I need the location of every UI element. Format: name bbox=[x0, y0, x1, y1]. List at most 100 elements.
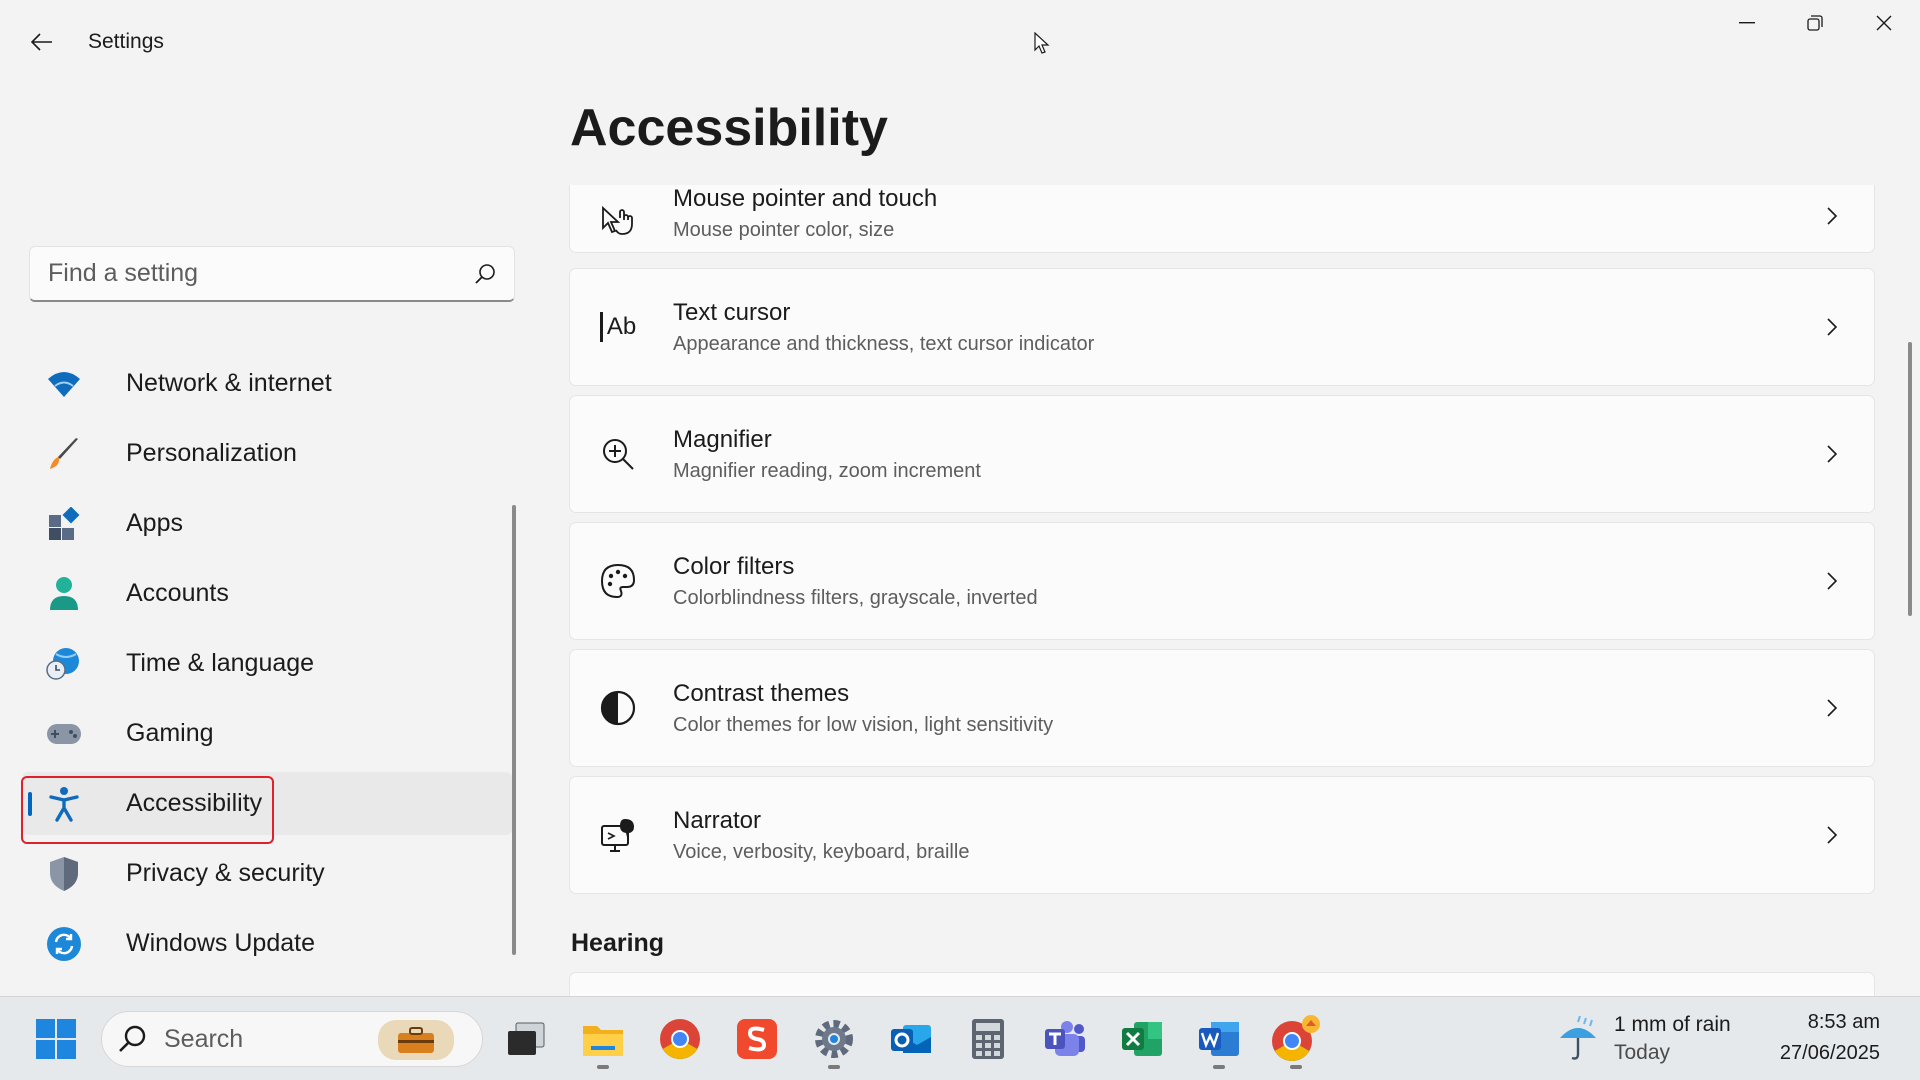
app-title: Settings bbox=[88, 30, 164, 53]
sidebar-item-apps[interactable]: Apps bbox=[22, 492, 512, 555]
apps-icon bbox=[46, 506, 82, 542]
pointer-touch-icon bbox=[598, 200, 638, 240]
sidebar-item-accounts[interactable]: Accounts bbox=[22, 562, 512, 625]
sidebar-item-windows-update[interactable]: Windows Update bbox=[22, 912, 512, 975]
sidebar-item-privacy-security[interactable]: Privacy & security bbox=[22, 842, 512, 905]
sidebar-item-accessibility[interactable]: Accessibility bbox=[22, 772, 512, 835]
restore-button[interactable] bbox=[1781, 0, 1849, 46]
start-button[interactable] bbox=[27, 1011, 85, 1067]
settings-search-input[interactable] bbox=[48, 259, 474, 288]
card-color-filters[interactable]: Color filters Colorblindness filters, gr… bbox=[569, 522, 1875, 640]
taskbar: Search 1 mm of rain Today 8:53 am 27/06/… bbox=[0, 996, 1920, 1080]
calculator-button[interactable] bbox=[959, 1011, 1017, 1067]
card-magnifier[interactable]: Magnifier Magnifier reading, zoom increm… bbox=[569, 395, 1875, 513]
globe-clock-icon bbox=[46, 646, 82, 682]
content-scrollbar[interactable] bbox=[1908, 342, 1912, 616]
card-subtitle: Voice, verbosity, keyboard, braille bbox=[673, 840, 970, 863]
rain-umbrella-icon bbox=[1560, 1016, 1596, 1060]
brush-icon bbox=[46, 436, 82, 472]
mouse-cursor-icon bbox=[1034, 31, 1050, 59]
file-explorer-button[interactable] bbox=[574, 1011, 632, 1069]
chrome-profile-button[interactable] bbox=[1267, 1011, 1325, 1069]
card-narrator[interactable]: Narrator Voice, verbosity, keyboard, bra… bbox=[569, 776, 1875, 894]
sidebar-item-label: Apps bbox=[126, 509, 183, 537]
search-icon[interactable] bbox=[474, 263, 496, 285]
running-indicator bbox=[1213, 1065, 1225, 1069]
chrome-profile-icon bbox=[1272, 1015, 1320, 1061]
card-subtitle: Appearance and thickness, text cursor in… bbox=[673, 332, 1095, 355]
settings-search-box[interactable] bbox=[29, 246, 515, 302]
sidebar-item-label: Accounts bbox=[126, 579, 229, 607]
file-explorer-icon bbox=[583, 1026, 623, 1056]
sidebar-item-label: Network & internet bbox=[126, 369, 332, 397]
weather-widget[interactable]: 1 mm of rain Today bbox=[1556, 1011, 1746, 1067]
restore-icon bbox=[1807, 15, 1823, 31]
weather-condition: 1 mm of rain bbox=[1614, 1013, 1731, 1036]
card-subtitle: Mouse pointer color, size bbox=[673, 219, 895, 241]
sidebar-item-label: Windows Update bbox=[126, 929, 315, 957]
sidebar-item-network[interactable]: Network & internet bbox=[22, 352, 512, 415]
sidebar-item-gaming[interactable]: Gaming bbox=[22, 702, 512, 765]
search-icon bbox=[119, 1025, 146, 1052]
minimize-button[interactable] bbox=[1713, 0, 1781, 46]
back-arrow-icon bbox=[31, 33, 52, 51]
page-title: Accessibility bbox=[570, 99, 888, 157]
chrome-button[interactable] bbox=[651, 1011, 709, 1067]
sidebar-item-label: Accessibility bbox=[126, 789, 263, 817]
minimize-icon bbox=[1739, 22, 1755, 24]
sidebar-item-label: Time & language bbox=[126, 649, 315, 677]
excel-icon bbox=[1122, 1022, 1162, 1056]
task-view-button[interactable] bbox=[497, 1011, 555, 1067]
wps-button[interactable] bbox=[728, 1011, 786, 1067]
running-indicator bbox=[1290, 1065, 1302, 1069]
contrast-icon bbox=[598, 688, 638, 728]
taskbar-search[interactable]: Search bbox=[101, 1011, 483, 1067]
briefcase-icon bbox=[378, 1020, 454, 1060]
chevron-right-icon bbox=[1820, 696, 1844, 720]
card-title: Narrator bbox=[673, 806, 762, 834]
shield-icon bbox=[46, 856, 82, 892]
person-icon bbox=[46, 576, 82, 612]
running-indicator bbox=[597, 1065, 609, 1069]
sidebar-item-label: Gaming bbox=[126, 719, 214, 747]
close-button[interactable] bbox=[1850, 0, 1918, 46]
settings-gear-icon bbox=[815, 1020, 853, 1058]
selection-indicator bbox=[28, 792, 32, 816]
accessibility-icon bbox=[46, 786, 82, 822]
chevron-right-icon bbox=[1820, 204, 1844, 228]
word-button[interactable] bbox=[1190, 1011, 1248, 1069]
chevron-right-icon bbox=[1820, 442, 1844, 466]
section-heading-hearing: Hearing bbox=[571, 929, 665, 957]
back-button[interactable] bbox=[22, 22, 62, 62]
task-view-icon bbox=[508, 1022, 545, 1055]
narrator-icon bbox=[598, 815, 638, 855]
card-title: Color filters bbox=[673, 552, 795, 580]
gamepad-icon bbox=[46, 716, 82, 752]
card-mouse-pointer-touch[interactable]: Mouse pointer and touch Mouse pointer co… bbox=[569, 185, 1875, 253]
close-icon bbox=[1876, 15, 1892, 31]
chrome-icon bbox=[660, 1019, 700, 1059]
text-cursor-glyph: Ab bbox=[606, 313, 637, 340]
clock-date: 27/06/2025 bbox=[1779, 1042, 1880, 1064]
chevron-right-icon bbox=[1820, 823, 1844, 847]
excel-button[interactable] bbox=[1113, 1011, 1171, 1067]
clock[interactable]: 8:53 am 27/06/2025 bbox=[1780, 1011, 1880, 1065]
card-text-cursor[interactable]: Ab Text cursor Appearance and thickness,… bbox=[569, 268, 1875, 386]
card-contrast-themes[interactable]: Contrast themes Color themes for low vis… bbox=[569, 649, 1875, 767]
text-cursor-icon: Ab bbox=[598, 307, 638, 347]
teams-icon bbox=[1045, 1021, 1085, 1056]
card-subtitle: Color themes for low vision, light sensi… bbox=[673, 713, 1054, 736]
settings-button[interactable] bbox=[805, 1011, 863, 1069]
card-hearing-partial[interactable] bbox=[569, 972, 1875, 997]
sidebar-item-personalization[interactable]: Personalization bbox=[22, 422, 512, 485]
title-bar: Settings bbox=[0, 0, 1920, 84]
settings-content: Mouse pointer and touch Mouse pointer co… bbox=[568, 185, 1878, 997]
wps-icon bbox=[737, 1019, 777, 1059]
sidebar-item-time-language[interactable]: Time & language bbox=[22, 632, 512, 695]
windows-start-icon bbox=[36, 1019, 76, 1059]
teams-button[interactable] bbox=[1036, 1011, 1094, 1067]
sidebar-scrollbar[interactable] bbox=[512, 505, 516, 955]
sidebar-item-label: Personalization bbox=[126, 439, 297, 467]
outlook-button[interactable] bbox=[882, 1011, 940, 1067]
wifi-icon bbox=[46, 366, 82, 402]
